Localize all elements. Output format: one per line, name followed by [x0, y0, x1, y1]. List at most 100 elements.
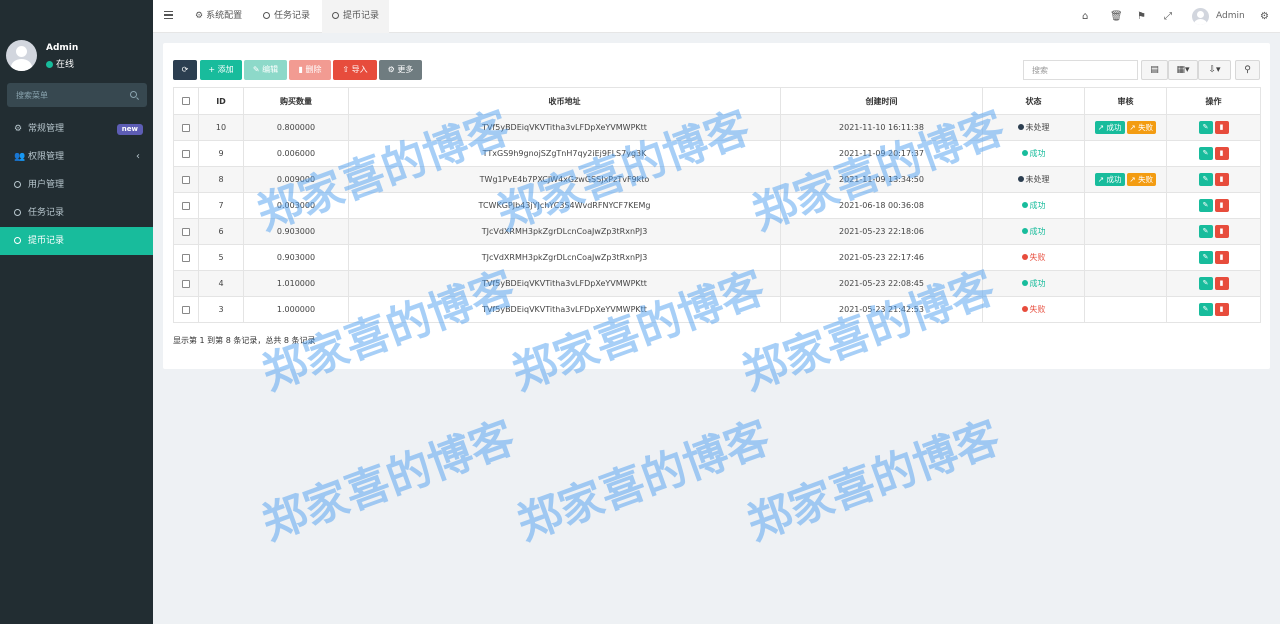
tab-system-config[interactable]: ⚙ 系统配置 [195, 0, 242, 33]
status-dot-icon [1021, 280, 1028, 286]
cell-audit [1084, 296, 1167, 323]
audit-success-button[interactable]: ↗ 成功 [1094, 173, 1125, 186]
row-checkbox[interactable] [182, 305, 190, 314]
trash-icon: ▮ [298, 65, 303, 74]
row-checkbox[interactable] [182, 253, 190, 262]
row-select-cell [173, 244, 199, 271]
row-edit-button[interactable]: ✎ [1198, 277, 1213, 290]
delete-button[interactable]: ▮ 删除 [289, 60, 331, 80]
row-select-cell [173, 140, 199, 167]
circle-icon [14, 209, 21, 216]
language-icon[interactable]: ⚑ [1137, 11, 1146, 22]
tab-withdrawal-records[interactable]: 提币记录 [322, 0, 390, 33]
column-header[interactable]: 审核 [1084, 87, 1167, 115]
cell-time: 2021-05-23 22:17:46 [780, 244, 983, 271]
row-checkbox[interactable] [182, 227, 190, 236]
columns-button[interactable]: ▦▾ [1168, 60, 1198, 80]
export-button[interactable]: ⇩▾ [1198, 60, 1231, 80]
select-all-checkbox[interactable] [182, 97, 190, 105]
column-header[interactable]: 创建时间 [780, 87, 983, 115]
refresh-button[interactable]: ⟳ [173, 60, 197, 80]
header-user-name[interactable]: Admin [1216, 11, 1245, 21]
row-delete-button[interactable]: ▮ [1214, 121, 1229, 134]
cell-status: 失败 [982, 244, 1085, 271]
row-edit-button[interactable]: ✎ [1198, 199, 1213, 212]
circle-icon [332, 12, 339, 19]
column-header[interactable]: 状态 [982, 87, 1085, 115]
column-header[interactable]: ID [198, 87, 244, 115]
gear-icon: ⚙ [195, 11, 204, 21]
cell-audit [1084, 140, 1167, 167]
row-checkbox[interactable] [182, 149, 190, 158]
trash-icon[interactable]: 🗑 [1110, 11, 1123, 22]
row-checkbox[interactable] [182, 175, 190, 184]
row-checkbox[interactable] [182, 279, 190, 288]
row-delete-button[interactable]: ▮ [1214, 173, 1229, 186]
menu-search-input[interactable] [7, 83, 125, 107]
cell-time: 2021-05-23 21:42:53 [780, 296, 983, 323]
home-icon[interactable]: ⌂ [1082, 11, 1088, 22]
row-delete-button[interactable]: ▮ [1214, 303, 1229, 316]
row-delete-button[interactable]: ▮ [1214, 277, 1229, 290]
audit-fail-button[interactable]: ↗ 失败 [1126, 173, 1157, 186]
status-label: 成功 [1029, 227, 1046, 236]
row-checkbox[interactable] [182, 201, 190, 210]
cell-id: 8 [198, 166, 244, 193]
column-header[interactable]: 操作 [1166, 87, 1261, 115]
user-name: Admin [46, 43, 79, 53]
status-dot-icon [1021, 150, 1028, 156]
circle-icon [14, 237, 21, 244]
column-header[interactable]: 购买数量 [243, 87, 349, 115]
sidebar-item-permissions[interactable]: 👥 权限管理 ‹ [0, 143, 153, 171]
import-button[interactable]: ⇧ 导入 [333, 60, 377, 80]
fullscreen-icon[interactable]: ⤢ [1164, 11, 1172, 22]
trash-icon: ▮ [1219, 305, 1224, 313]
advanced-search-button[interactable]: ⚲ [1235, 60, 1260, 80]
table-row: 10 0.800000 TVf5yBDEiqVKVTitha3vLFDpXeYVMW… [173, 114, 1261, 141]
cell-id: 5 [198, 244, 244, 271]
user-status: 在线 [46, 57, 74, 70]
row-delete-button[interactable]: ▮ [1214, 199, 1229, 212]
row-edit-button[interactable]: ✎ [1198, 173, 1213, 186]
sidebar-item-general[interactable]: ⚙ 常规管理 new [0, 115, 153, 143]
more-button[interactable]: ⚙ 更多 [379, 60, 422, 80]
toggle-view-button[interactable]: ▤ [1141, 60, 1168, 80]
row-checkbox[interactable] [182, 123, 190, 132]
add-button[interactable]: + 添加 [200, 60, 242, 80]
row-delete-button[interactable]: ▮ [1214, 225, 1229, 238]
table-row: 9 0.006000 TTxGS9h9gnojSZgTnH7qy2iEj9FLS7y… [173, 140, 1261, 167]
row-select-cell [173, 296, 199, 323]
search-icon[interactable] [130, 91, 137, 98]
sidebar-item-tasks[interactable]: 任务记录 [0, 199, 153, 227]
cell-audit [1084, 192, 1167, 219]
menu-toggle-icon[interactable] [164, 11, 173, 19]
sidebar-item-withdrawals[interactable]: 提币记录 [0, 227, 153, 255]
sidebar: Admin 在线 ⚙ 常规管理 new 👥权限管理 ‹ 用户管理 任务记录 提币记… [0, 0, 153, 624]
audit-success-button[interactable]: ↗ 成功 [1094, 121, 1125, 134]
cell-amount: 0.903000 [243, 218, 349, 245]
cell-actions: ✎ ▮ [1166, 244, 1261, 271]
row-delete-button[interactable]: ▮ [1214, 251, 1229, 264]
cell-amount: 0.009000 [243, 166, 349, 193]
header-avatar[interactable] [1192, 8, 1209, 25]
row-edit-button[interactable]: ✎ [1198, 251, 1213, 264]
pencil-icon: ✎ [1202, 305, 1209, 313]
row-edit-button[interactable]: ✎ [1198, 303, 1213, 316]
tab-task-records[interactable]: 任务记录 [263, 0, 310, 33]
cogs-icon[interactable]: ⚙ [1260, 11, 1269, 22]
table-row: 8 0.009000 TWg1PvE4b7PXCJW4xGzwGSSJxPzTvF9… [173, 166, 1261, 193]
row-delete-button[interactable]: ▮ [1214, 147, 1229, 160]
edit-button[interactable]: ✎ 编辑 [244, 60, 287, 80]
row-edit-button[interactable]: ✎ [1198, 225, 1213, 238]
table-search-input[interactable] [1023, 60, 1138, 80]
sidebar-item-label: 任务记录 [28, 208, 65, 218]
column-header[interactable]: 收币地址 [348, 87, 781, 115]
audit-fail-button[interactable]: ↗ 失败 [1126, 121, 1157, 134]
circle-icon [263, 12, 270, 19]
import-label: 导入 [351, 65, 368, 74]
status-label: 失败 [1029, 305, 1046, 314]
sidebar-item-users[interactable]: 用户管理 [0, 171, 153, 199]
row-edit-button[interactable]: ✎ [1198, 121, 1213, 134]
row-edit-button[interactable]: ✎ [1198, 147, 1213, 160]
cell-address: TCWKGPJb43jYJchYC3S4WvdRFNYCF7KEMg [348, 192, 781, 219]
